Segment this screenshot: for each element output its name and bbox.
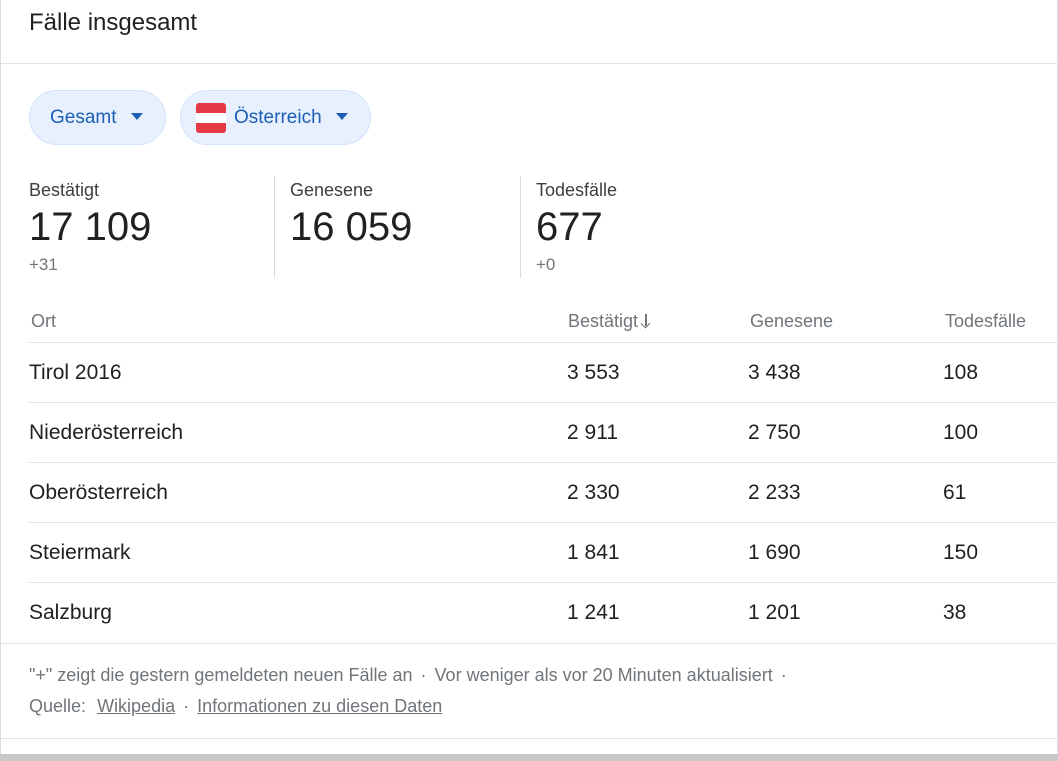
column-header-ort[interactable]: Ort (31, 309, 56, 333)
column-header-deaths[interactable]: Todesfälle (945, 309, 1026, 333)
chevron-down-icon (335, 113, 348, 120)
cell-confirmed: 2 911 (567, 421, 618, 444)
stat-value: 677 (536, 205, 603, 249)
stat-confirmed: Bestätigt 17 109 +31 (29, 178, 151, 276)
cell-ort: Salzburg (29, 601, 112, 624)
column-header-label: Bestätigt (568, 311, 639, 331)
stat-delta: +0 (536, 255, 556, 274)
stat-label: Genesene (290, 180, 374, 200)
footer-divider (1, 643, 1057, 644)
cell-ort: Tirol 2016 (29, 361, 122, 384)
column-header-recovered[interactable]: Genesene (750, 309, 833, 333)
stat-value: 16 059 (290, 205, 413, 249)
cell-deaths: 100 (943, 421, 979, 444)
chevron-down-icon (130, 113, 143, 120)
austria-flag-icon (196, 102, 226, 133)
stat-delta: +31 (29, 255, 58, 274)
table-row[interactable]: Oberösterreich 2 330 2 233 61 (29, 462, 1057, 522)
cell-confirmed: 1 841 (567, 541, 620, 564)
stat-divider (274, 176, 275, 278)
table-row[interactable]: Tirol 2016 3 553 3 438 108 (29, 342, 1057, 402)
scope-dropdown-label: Gesamt (50, 106, 117, 128)
region-dropdown[interactable]: Österreich (180, 90, 371, 145)
source-label: Quelle: (29, 696, 87, 716)
footer-separator: · (183, 696, 190, 716)
page-bottom-strip (0, 754, 1058, 761)
cell-recovered: 3 438 (748, 361, 801, 384)
footer-note-line: "+" zeigt die gestern gemeldeten neuen F… (29, 663, 795, 687)
footer-separator: · (420, 665, 427, 685)
region-dropdown-label: Österreich (234, 106, 322, 128)
stat-deaths: Todesfälle 677 +0 (536, 178, 617, 276)
cell-ort: Oberösterreich (29, 481, 168, 504)
cell-ort: Steiermark (29, 541, 131, 564)
scope-dropdown[interactable]: Gesamt (29, 90, 166, 145)
column-header-confirmed[interactable]: Bestätigt (568, 309, 652, 333)
cell-deaths: 150 (943, 541, 979, 564)
cell-recovered: 1 690 (748, 541, 801, 564)
table-row[interactable]: Steiermark 1 841 1 690 150 (29, 522, 1057, 582)
cell-recovered: 2 750 (748, 421, 801, 444)
cell-confirmed: 3 553 (567, 361, 620, 384)
table-row[interactable]: Salzburg 1 241 1 201 38 (29, 582, 1057, 642)
wikipedia-link[interactable]: Wikipedia (97, 696, 175, 716)
cell-recovered: 1 201 (748, 601, 801, 624)
data-info-link[interactable]: Informationen zu diesen Daten (197, 696, 442, 716)
stat-recovered: Genesene 16 059 (290, 178, 412, 254)
cell-confirmed: 1 241 (567, 601, 620, 624)
arrow-down-icon (640, 314, 652, 329)
cases-card: Fälle insgesamt Gesamt Österreich Bestät… (0, 0, 1058, 754)
title-divider (1, 63, 1057, 64)
footer-separator: · (780, 665, 787, 685)
cell-deaths: 108 (943, 361, 979, 384)
cell-ort: Niederösterreich (29, 421, 184, 444)
footer-note: "+" zeigt die gestern gemeldeten neuen F… (29, 665, 413, 685)
cell-deaths: 38 (943, 601, 967, 624)
cell-deaths: 61 (943, 481, 967, 504)
cell-confirmed: 2 330 (567, 481, 620, 504)
footer-source-line: Quelle: Wikipedia · Informationen zu diese… (29, 694, 442, 718)
stat-label: Todesfälle (536, 180, 618, 200)
stat-divider (520, 176, 521, 278)
stat-value: 17 109 (29, 205, 152, 249)
footer-updated: Vor weniger als vor 20 Minuten aktualisi… (434, 665, 773, 685)
table-row[interactable]: Niederösterreich 2 911 2 750 100 (29, 402, 1057, 462)
bottom-divider (1, 738, 1057, 739)
cell-recovered: 2 233 (748, 481, 801, 504)
card-title: Fälle insgesamt (29, 9, 198, 36)
stat-label: Bestätigt (29, 180, 100, 200)
